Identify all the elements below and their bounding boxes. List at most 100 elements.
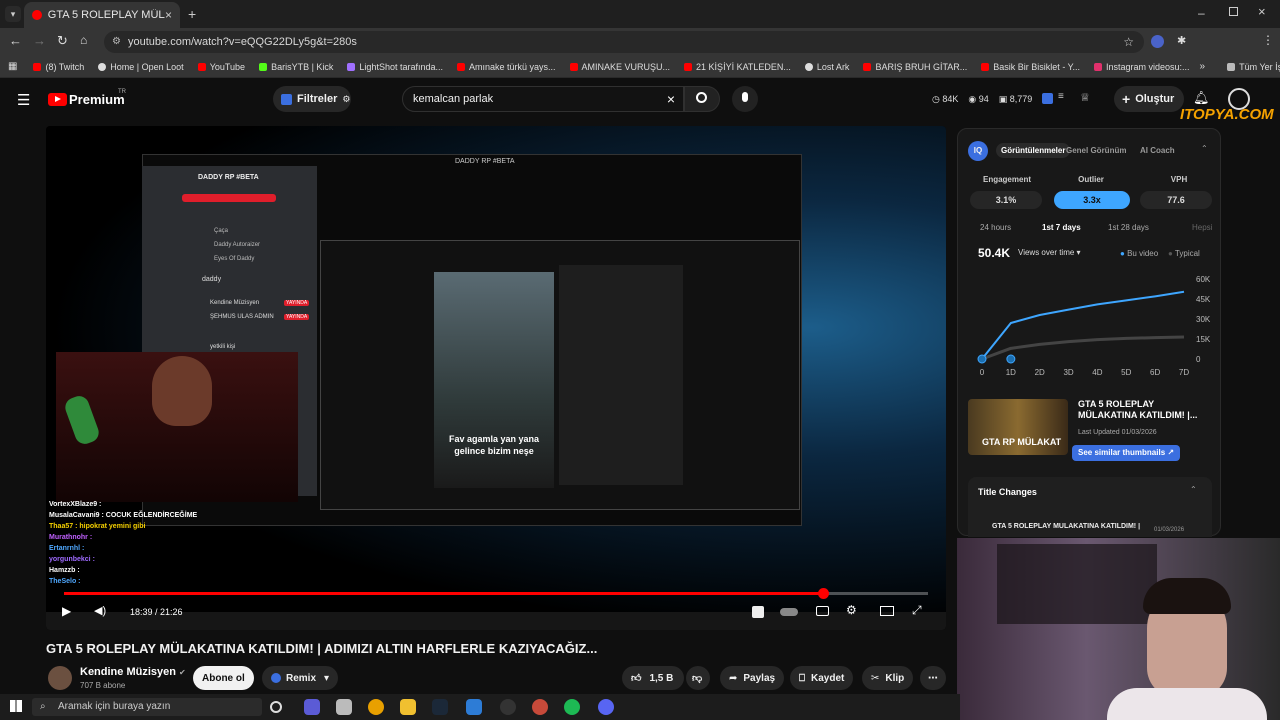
extensions-icon[interactable]: ✱ bbox=[1177, 34, 1186, 47]
more-icon: ⋯ bbox=[928, 672, 938, 684]
bookmark-star-icon[interactable]: ☆ bbox=[1123, 31, 1134, 53]
caption-line: Fav agamla yan yana bbox=[448, 434, 540, 444]
title-changes-chevron-icon[interactable]: ⌃ bbox=[1190, 485, 1197, 494]
taskbar-search[interactable]: ⌕ Aramak için buraya yazın bbox=[32, 698, 262, 716]
bookmark-item[interactable]: YouTube bbox=[197, 62, 245, 72]
chrome-icon[interactable] bbox=[368, 699, 384, 715]
close-tab-icon[interactable]: × bbox=[165, 8, 172, 22]
discord-user: Kendine Müzisyen bbox=[210, 300, 260, 306]
tab-overview[interactable]: Genel Görünüm bbox=[1066, 146, 1126, 155]
similar-thumbnail[interactable]: GTA RP MÜLAKAT bbox=[968, 399, 1068, 455]
subscribe-button[interactable]: Abone ol bbox=[193, 666, 254, 690]
tab-ai-coach[interactable]: AI Coach bbox=[1140, 146, 1175, 155]
close-window-icon[interactable]: × bbox=[1258, 4, 1266, 19]
maximize-icon[interactable] bbox=[1229, 7, 1238, 16]
hamburger-menu-icon[interactable]: ☰ bbox=[17, 91, 30, 109]
bookmarks-overflow-button[interactable]: » bbox=[1200, 61, 1206, 72]
theater-mode-icon[interactable] bbox=[880, 606, 894, 616]
obs-icon[interactable] bbox=[500, 699, 516, 715]
new-tab-icon[interactable]: + bbox=[188, 6, 196, 22]
trophy-icon[interactable]: ♕ bbox=[1080, 91, 1090, 104]
chrome-active-icon[interactable] bbox=[532, 699, 548, 715]
range-7d[interactable]: 1st 7 days bbox=[1042, 223, 1081, 232]
filters-button[interactable]: Filtreler ⚙ bbox=[273, 86, 351, 112]
upload-marker[interactable] bbox=[1006, 354, 1016, 364]
forward-icon[interactable]: → bbox=[33, 33, 46, 48]
minimize-icon[interactable]: – bbox=[1198, 6, 1205, 20]
channel-name[interactable]: Kendine Müzisyen ✔ bbox=[80, 666, 186, 678]
range-all[interactable]: Hepsi bbox=[1192, 223, 1212, 232]
back-icon[interactable]: ← bbox=[9, 33, 22, 48]
reload-icon[interactable]: ↻ bbox=[57, 33, 68, 49]
bookmark-item[interactable]: BarisYTB | Kick bbox=[259, 62, 333, 72]
create-button[interactable]: + Oluştur bbox=[1114, 86, 1184, 112]
clip-button[interactable]: ✂ Klip bbox=[862, 666, 914, 690]
bookmark-item[interactable]: Instagram videosu:... bbox=[1094, 62, 1190, 72]
subtitles-icon[interactable] bbox=[816, 606, 829, 616]
tab-views[interactable]: Görüntülenmeler bbox=[996, 143, 1071, 158]
bookmark-item[interactable]: AMINAKE VURUŞU... bbox=[569, 62, 670, 72]
bookmark-item[interactable]: Home | Open Loot bbox=[98, 62, 184, 72]
filter-toggle-icon[interactable]: ≡ bbox=[1058, 91, 1064, 102]
bookmark-item[interactable]: LightShot tarafında... bbox=[347, 62, 443, 72]
channel-avatar[interactable] bbox=[48, 666, 72, 690]
voice-search-button[interactable] bbox=[732, 86, 758, 112]
cortana-icon[interactable] bbox=[270, 701, 282, 713]
apps-grid-icon[interactable]: ▦ bbox=[8, 61, 17, 72]
steam-icon[interactable] bbox=[432, 699, 448, 715]
profile-avatar-icon[interactable] bbox=[1151, 35, 1164, 48]
site-info-icon[interactable]: ⚙ bbox=[112, 31, 121, 53]
clear-search-icon[interactable]: × bbox=[667, 87, 675, 111]
video-progress-bar[interactable] bbox=[64, 588, 928, 599]
search-input[interactable]: kemalcan parlak × bbox=[402, 86, 684, 112]
bookmark-item[interactable]: BARIŞ BRUH GİTAR... bbox=[863, 62, 967, 72]
windows-start-icon[interactable] bbox=[10, 700, 22, 712]
tab-list-icon[interactable]: ▾ bbox=[5, 6, 21, 22]
tab-youtube[interactable]: GTA 5 ROLEPLAY MÜLAKATINA × bbox=[24, 2, 180, 28]
range-24h[interactable]: 24 hours bbox=[980, 223, 1011, 232]
upload-marker[interactable] bbox=[977, 354, 987, 364]
collapse-chevron-icon[interactable]: ⌃ bbox=[1201, 144, 1208, 153]
bookmark-item[interactable]: Basik Bir Bisiklet - Y... bbox=[981, 62, 1080, 72]
legend-typical: ● Typical bbox=[1168, 249, 1200, 258]
bookmark-item[interactable]: 21 KİŞİYİ KATLEDEN... bbox=[684, 62, 791, 72]
taskbar-app-icon[interactable] bbox=[336, 699, 352, 715]
youtube-premium-logo[interactable]: Premium bbox=[69, 92, 125, 107]
discord-user: Çaça bbox=[214, 228, 229, 234]
progress-scrubber[interactable] bbox=[818, 588, 829, 599]
see-similar-thumbnails-button[interactable]: See similar thumbnails ↗ bbox=[1072, 445, 1181, 461]
like-button[interactable]: 👍︎ 1,5 B bbox=[622, 666, 684, 690]
search-button[interactable] bbox=[684, 86, 720, 112]
bookmark-item[interactable]: Lost Ark bbox=[804, 62, 849, 72]
iq-player-icon[interactable] bbox=[752, 606, 764, 618]
range-28d[interactable]: 1st 28 days bbox=[1108, 223, 1149, 232]
discord-icon[interactable] bbox=[598, 699, 614, 715]
more-actions-button[interactable]: ⋯ bbox=[920, 666, 946, 690]
autoplay-toggle[interactable] bbox=[780, 608, 798, 616]
discord-user: Eyes Of Daddy bbox=[214, 256, 255, 262]
remix-button[interactable]: Remix ▾ bbox=[262, 666, 339, 690]
youtube-logo-icon[interactable] bbox=[48, 93, 67, 106]
taskbar-app-icon[interactable] bbox=[304, 699, 320, 715]
x-tick-label: 2D bbox=[1035, 368, 1045, 377]
settings-gear-icon[interactable]: ⚙ bbox=[846, 603, 857, 617]
bookmark-item[interactable]: (8) Twitch bbox=[33, 62, 84, 72]
file-explorer-icon[interactable] bbox=[400, 699, 416, 715]
url-field[interactable]: ⚙ youtube.com/watch?v=eQQG22DLy5g&t=280s… bbox=[104, 31, 1144, 53]
all-bookmarks-folder[interactable]: Tüm Yer İşaretleri bbox=[1227, 62, 1280, 72]
volume-icon[interactable]: ◀) bbox=[94, 604, 106, 617]
share-button[interactable]: ➦ Paylaş bbox=[720, 666, 785, 690]
home-icon[interactable]: ⌂ bbox=[80, 33, 87, 47]
bookmark-item[interactable]: Amınake türkü yays... bbox=[456, 62, 556, 72]
notifications-bell-icon[interactable]: 🔔︎ bbox=[1193, 90, 1210, 106]
fullscreen-icon[interactable]: ⤢ bbox=[912, 603, 922, 618]
taskbar-app-icon[interactable] bbox=[466, 699, 482, 715]
browser-menu-icon[interactable]: ⋮ bbox=[1262, 33, 1274, 47]
save-button[interactable]: ⎕ Kaydet bbox=[790, 666, 854, 690]
video-player[interactable]: DADDY RP #BETA DADDY RP #BETA Çaça Daddy… bbox=[46, 126, 946, 630]
views-mode-dropdown[interactable]: Views over time ▾ bbox=[1018, 248, 1081, 257]
dislike-button[interactable]: 👎︎ bbox=[686, 666, 710, 690]
iq-extension-icon[interactable] bbox=[1042, 93, 1053, 104]
spotify-icon[interactable] bbox=[564, 699, 580, 715]
play-icon[interactable]: ▶ bbox=[62, 604, 71, 618]
